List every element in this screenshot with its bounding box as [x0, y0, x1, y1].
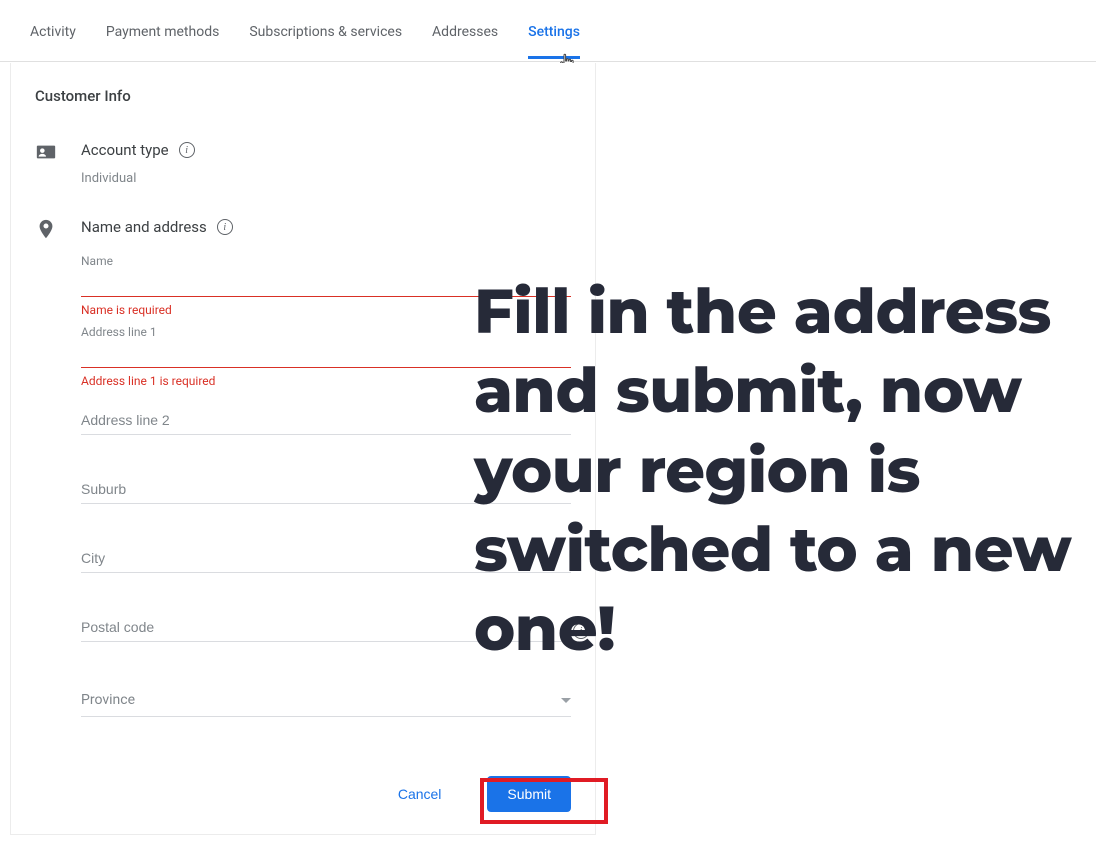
- name-input[interactable]: [81, 268, 571, 297]
- account-card-icon: [35, 141, 81, 163]
- address-form: Name Name is required Address line 1 Add…: [81, 254, 571, 717]
- address1-input[interactable]: [81, 339, 571, 368]
- field-address2: [81, 406, 571, 435]
- province-select[interactable]: Province: [81, 682, 571, 717]
- city-input[interactable]: [81, 544, 571, 573]
- info-icon[interactable]: i: [573, 623, 589, 639]
- field-suburb: [81, 475, 571, 504]
- tab-addresses[interactable]: Addresses: [432, 4, 498, 58]
- chevron-down-icon: [561, 698, 571, 703]
- tab-subscriptions[interactable]: Subscriptions & services: [249, 4, 402, 58]
- address1-error: Address line 1 is required: [81, 374, 571, 388]
- info-icon[interactable]: i: [179, 142, 195, 158]
- info-icon[interactable]: i: [217, 219, 233, 235]
- field-name: Name Name is required: [81, 254, 571, 317]
- postal-input[interactable]: [81, 613, 571, 642]
- location-pin-icon: [35, 218, 81, 240]
- province-placeholder: Province: [81, 692, 135, 708]
- tab-settings[interactable]: Settings: [528, 4, 580, 58]
- name-address-label: Name and address: [81, 218, 207, 236]
- tab-payment-methods[interactable]: Payment methods: [106, 4, 219, 58]
- address2-input[interactable]: [81, 406, 571, 435]
- form-actions: Cancel Submit: [398, 776, 571, 812]
- field-address1: Address line 1 Address line 1 is require…: [81, 325, 571, 388]
- customer-info-panel: Customer Info Account type i Individual …: [10, 63, 596, 835]
- suburb-input[interactable]: [81, 475, 571, 504]
- tabs-bar: Activity Payment methods Subscriptions &…: [0, 0, 1096, 62]
- account-type-value: Individual: [81, 171, 571, 186]
- address1-label: Address line 1: [81, 325, 571, 339]
- name-label: Name: [81, 254, 571, 268]
- submit-button[interactable]: Submit: [487, 776, 571, 812]
- tab-activity[interactable]: Activity: [30, 4, 76, 58]
- field-province: Province: [81, 682, 571, 717]
- account-type-row: Account type i Individual: [35, 141, 571, 186]
- field-city: [81, 544, 571, 573]
- cancel-button[interactable]: Cancel: [398, 786, 442, 802]
- name-error: Name is required: [81, 303, 571, 317]
- field-postal: i: [81, 613, 571, 642]
- account-type-label: Account type: [81, 141, 169, 159]
- panel-title: Customer Info: [35, 87, 571, 105]
- name-address-row: Name and address i: [35, 218, 571, 240]
